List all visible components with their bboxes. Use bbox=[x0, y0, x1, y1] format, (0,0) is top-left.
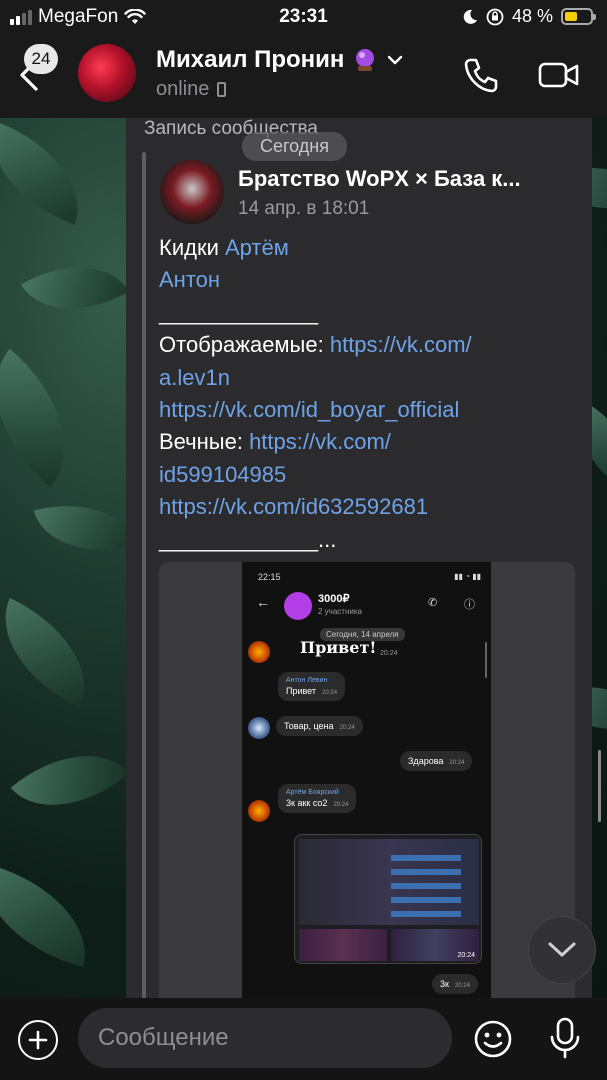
status-right: 48 % bbox=[462, 6, 596, 27]
photo-avatar bbox=[248, 641, 270, 663]
photo-date-pill: Сегодня, 14 апреля bbox=[320, 628, 405, 641]
photo-message: Товар, цена 20:24 bbox=[276, 716, 363, 736]
post-text-line: https://vk.com/id_boyar_official bbox=[159, 394, 472, 426]
community-post-date: 14 апр. в 18:01 bbox=[238, 198, 370, 219]
post-text-line: Антон bbox=[159, 264, 472, 296]
photo-scrollbar bbox=[485, 642, 487, 678]
photo-inner-image: 20:24 bbox=[294, 834, 482, 964]
post-text-segment: Отображаемые: bbox=[159, 332, 330, 358]
post-text-line: Кидки Артём bbox=[159, 232, 472, 264]
phone-icon bbox=[464, 58, 498, 93]
scroll-indicator[interactable] bbox=[598, 750, 601, 822]
microphone-icon bbox=[550, 1017, 580, 1059]
community-avatar[interactable] bbox=[160, 160, 224, 224]
photo-screenshot: 22:15 ▮▮ ◔ ▮▮ ← 3000₽ 2 участника ✆ ⓘ Пр… bbox=[242, 562, 491, 998]
video-camera-icon bbox=[538, 62, 579, 88]
unread-count-badge: 24 bbox=[24, 44, 58, 74]
post-link[interactable]: https://vk.com/id632592681 bbox=[159, 494, 428, 519]
photo-message: 3к 20:24 bbox=[432, 974, 478, 994]
photo-info-icon: ⓘ bbox=[464, 599, 475, 611]
post-text-line: _____________ bbox=[159, 297, 472, 329]
post-text-line: _____________... bbox=[159, 524, 472, 556]
post-text-segment: Вечные: bbox=[159, 429, 250, 455]
chat-header: 24 Михаил Пронин online bbox=[0, 36, 607, 118]
photo-chat-avatar bbox=[284, 592, 312, 620]
post-text: Кидки Артём Антон _____________ Отображаемы… bbox=[159, 232, 472, 556]
post-link[interactable]: Артём bbox=[225, 235, 289, 260]
contact-status: online bbox=[156, 78, 210, 100]
contact-avatar[interactable] bbox=[78, 44, 136, 102]
emoji-icon bbox=[474, 1020, 512, 1058]
photo-chat-members: 2 участника bbox=[318, 607, 362, 616]
post-text-line: id599104985 bbox=[159, 459, 472, 491]
chevron-down-icon bbox=[548, 942, 576, 957]
status-bar: MegaFon 23:31 48 % bbox=[0, 0, 607, 36]
photo-avatar bbox=[248, 717, 270, 739]
video-call-button[interactable] bbox=[538, 60, 580, 95]
photo-back-icon: ← bbox=[256, 594, 270, 610]
attached-photo[interactable]: 22:15 ▮▮ ◔ ▮▮ ← 3000₽ 2 участника ✆ ⓘ Пр… bbox=[159, 562, 575, 998]
post-link[interactable]: Антон bbox=[159, 267, 220, 292]
attach-button[interactable] bbox=[18, 1020, 58, 1060]
post-text-line: a.lev1n bbox=[159, 362, 472, 394]
moon-icon bbox=[463, 9, 477, 24]
battery-percent: 48 % bbox=[511, 6, 553, 26]
photo-phone-icon: ✆ bbox=[428, 597, 438, 609]
crystal-ball-emoji bbox=[356, 49, 375, 71]
post-link[interactable]: https://vk.com/id_boyar_official bbox=[159, 397, 459, 422]
contact-name-row[interactable]: Михаил Пронин bbox=[156, 46, 404, 74]
scroll-down-button[interactable] bbox=[528, 916, 596, 984]
photo-message: Артём Боярский 3к акк со2 20:24 bbox=[278, 784, 357, 813]
orientation-lock-icon bbox=[486, 8, 504, 25]
chevron-down-icon bbox=[388, 55, 403, 65]
photo-sticker-time: 20:24 bbox=[380, 650, 398, 657]
emoji-button[interactable] bbox=[472, 1018, 514, 1065]
community-name[interactable]: Братство WoPX × База к... bbox=[238, 166, 521, 192]
post-link[interactable]: https://vk.com/ bbox=[249, 429, 391, 454]
post-text-line: Вечные: https://vk.com/ bbox=[159, 426, 472, 458]
photo-avatar bbox=[248, 800, 270, 822]
post-link[interactable]: id599104985 bbox=[159, 462, 286, 487]
photo-status-time: 22:15 bbox=[258, 572, 281, 582]
battery-icon bbox=[561, 8, 596, 25]
contact-name: Михаил Пронин bbox=[156, 46, 345, 73]
message-input-bar: Сообщение bbox=[0, 998, 607, 1080]
post-text-segment: _____________ bbox=[159, 299, 319, 325]
post-text-line: Отображаемые: https://vk.com/ bbox=[159, 329, 472, 361]
call-button[interactable] bbox=[462, 56, 500, 99]
repost-quote-line bbox=[142, 152, 146, 998]
post-link[interactable]: a.lev1n bbox=[159, 365, 230, 390]
post-text-segment: Кидки bbox=[159, 235, 225, 260]
photo-status-icons: ▮▮ ◔ ▮▮ bbox=[454, 572, 481, 581]
plus-icon bbox=[28, 1030, 48, 1050]
photo-chat-title: 3000₽ bbox=[318, 593, 350, 605]
message-input[interactable]: Сообщение bbox=[78, 1008, 452, 1068]
mobile-device-icon bbox=[217, 82, 227, 97]
photo-message: Здарова 20:24 bbox=[400, 751, 473, 771]
post-link[interactable]: https://vk.com/ bbox=[330, 332, 472, 357]
post-text-segment: _____________... bbox=[159, 526, 337, 552]
contact-status-row: online bbox=[156, 78, 227, 101]
voice-message-button[interactable] bbox=[548, 1016, 582, 1065]
photo-message: Антон Левин Привет 20:24 bbox=[278, 672, 346, 701]
post-text-line: https://vk.com/id632592681 bbox=[159, 491, 472, 523]
date-separator: Сегодня bbox=[242, 132, 347, 161]
